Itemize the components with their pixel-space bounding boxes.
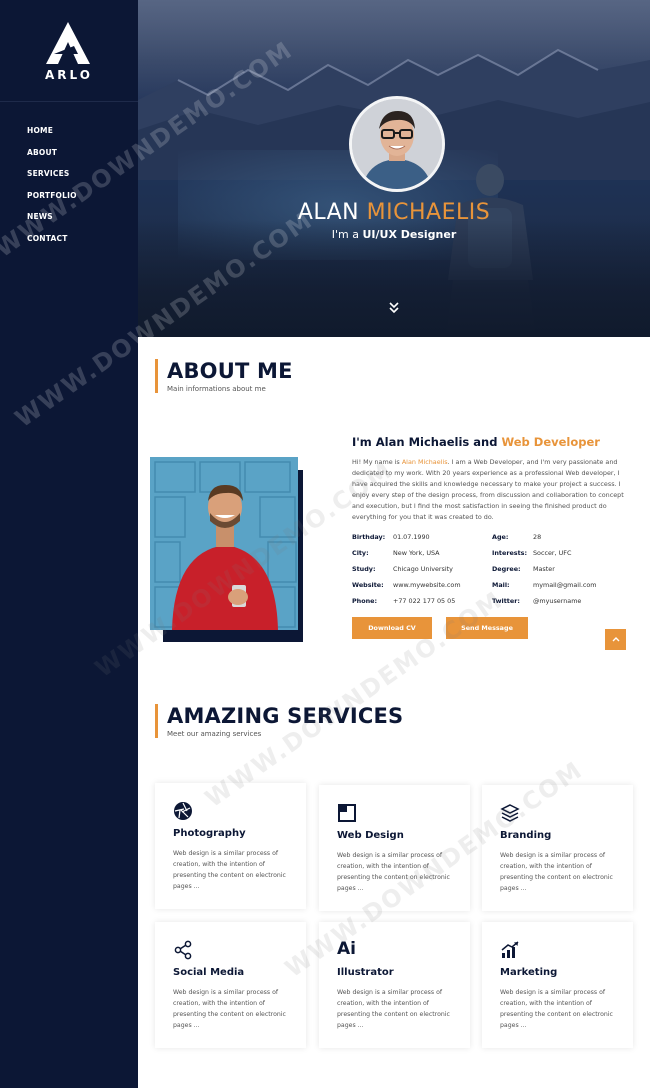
browser-window-icon	[338, 804, 356, 822]
service-description: Web design is a similar process of creat…	[173, 850, 286, 890]
service-card-illustrator[interactable]: Ai Illustrator Web design is a similar p…	[319, 922, 470, 1048]
profile-avatar	[349, 96, 445, 192]
nav-item-home[interactable]: HOME	[27, 124, 77, 146]
hero-role-title: UI/UX Designer	[362, 228, 457, 241]
service-description: Web design is a similar process of creat…	[500, 852, 613, 892]
about-text-name: Alan Michaelis	[401, 458, 448, 466]
service-card-marketing[interactable]: Marketing Web design is a similar proces…	[482, 922, 633, 1048]
service-name: Marketing	[500, 967, 558, 978]
services-accent-bar	[155, 704, 158, 738]
info-value: Chicago University	[393, 565, 453, 573]
service-card-photography[interactable]: Photography Web design is a similar proc…	[155, 783, 306, 909]
info-value: 01.07.1990	[393, 533, 430, 541]
info-value: +77 022 177 05 05	[393, 597, 456, 605]
chevron-double-down-icon[interactable]	[386, 300, 402, 316]
service-description: Web design is a similar process of creat…	[337, 852, 450, 892]
hero-name: ALAN MICHAELIS	[138, 200, 650, 225]
hero-first-name: ALAN	[297, 200, 360, 225]
service-name: Photography	[173, 828, 246, 839]
hero-role: I'm a UI/UX Designer	[138, 228, 650, 241]
layers-icon	[500, 804, 520, 822]
info-label: Twitter:	[492, 597, 520, 605]
info-value[interactable]: @myusername	[533, 597, 581, 605]
service-description: Web design is a similar process of creat…	[500, 989, 613, 1029]
hero-role-prefix: I'm a	[331, 228, 359, 241]
nav-item-services[interactable]: SERVICES	[27, 167, 77, 189]
logo[interactable]: ARLO	[0, 0, 138, 102]
info-label: Website:	[352, 581, 384, 589]
nav-item-news[interactable]: NEWS	[27, 210, 77, 232]
main-nav: HOME ABOUT SERVICES PORTFOLIO NEWS CONTA…	[27, 124, 77, 253]
info-label: Mail:	[492, 581, 510, 589]
info-label: Age:	[492, 533, 509, 541]
service-name: Illustrator	[337, 967, 394, 978]
service-card-branding[interactable]: Branding Web design is a similar process…	[482, 785, 633, 911]
brand-name: ARLO	[45, 68, 93, 82]
send-message-button[interactable]: Send Message	[446, 617, 528, 639]
info-value[interactable]: mymail@gmail.com	[533, 581, 597, 589]
info-value: Soccer, UFC	[533, 549, 572, 557]
info-value[interactable]: www.mywebsite.com	[393, 581, 461, 589]
nav-item-portfolio[interactable]: PORTFOLIO	[27, 189, 77, 211]
back-to-top-button[interactable]	[605, 629, 626, 650]
sidebar: ARLO HOME ABOUT SERVICES PORTFOLIO NEWS …	[0, 0, 138, 1088]
service-name: Web Design	[337, 830, 404, 841]
hero-last-name: MICHAELIS	[366, 200, 491, 225]
service-card-web-design[interactable]: Web Design Web design is a similar proce…	[319, 785, 470, 911]
about-heading-prefix: I'm Alan Michaelis and	[352, 435, 498, 449]
about-photo	[150, 457, 298, 630]
about-text-intro: Hi! My name is	[352, 458, 400, 466]
nav-item-contact[interactable]: CONTACT	[27, 232, 77, 254]
about-title: ABOUT ME	[167, 359, 293, 383]
info-value: New York, USA	[393, 549, 440, 557]
info-label: City:	[352, 549, 369, 557]
camera-aperture-icon	[174, 802, 192, 820]
illustrator-icon: Ai	[337, 939, 356, 959]
service-name: Social Media	[173, 967, 245, 978]
share-icon	[174, 940, 192, 960]
about-accent-bar	[155, 359, 158, 393]
about-heading: I'm Alan Michaelis and Web Developer	[352, 435, 600, 449]
info-label: Birthday:	[352, 533, 386, 541]
about-text-body: . I am a Web Developer, and I'm very pas…	[352, 458, 624, 521]
download-cv-button[interactable]: Download CV	[352, 617, 432, 639]
info-label: Study:	[352, 565, 376, 573]
arlo-logo-icon	[46, 22, 90, 64]
info-value: 28	[533, 533, 542, 541]
service-name: Branding	[500, 830, 552, 841]
nav-item-about[interactable]: ABOUT	[27, 146, 77, 168]
service-card-social-media[interactable]: Social Media Web design is a similar pro…	[155, 922, 306, 1048]
services-subtitle: Meet our amazing services	[167, 730, 262, 738]
growth-chart-icon	[501, 941, 519, 958]
about-heading-role: Web Developer	[501, 435, 600, 449]
info-label: Phone:	[352, 597, 378, 605]
about-portrait-icon	[150, 457, 298, 630]
info-value: Master	[533, 565, 555, 573]
about-subtitle: Main informations about me	[167, 385, 266, 393]
about-paragraph: Hi! My name is Alan Michaelis. I am a We…	[352, 457, 632, 523]
avatar-portrait-icon	[352, 99, 442, 189]
service-description: Web design is a similar process of creat…	[337, 989, 450, 1029]
service-description: Web design is a similar process of creat…	[173, 989, 286, 1029]
services-title: AMAZING SERVICES	[167, 704, 404, 728]
hero-section: ALAN MICHAELIS I'm a UI/UX Designer	[138, 0, 650, 337]
chevron-up-icon	[612, 637, 619, 642]
info-label: Degree:	[492, 565, 521, 573]
info-label: Interests:	[492, 549, 528, 557]
